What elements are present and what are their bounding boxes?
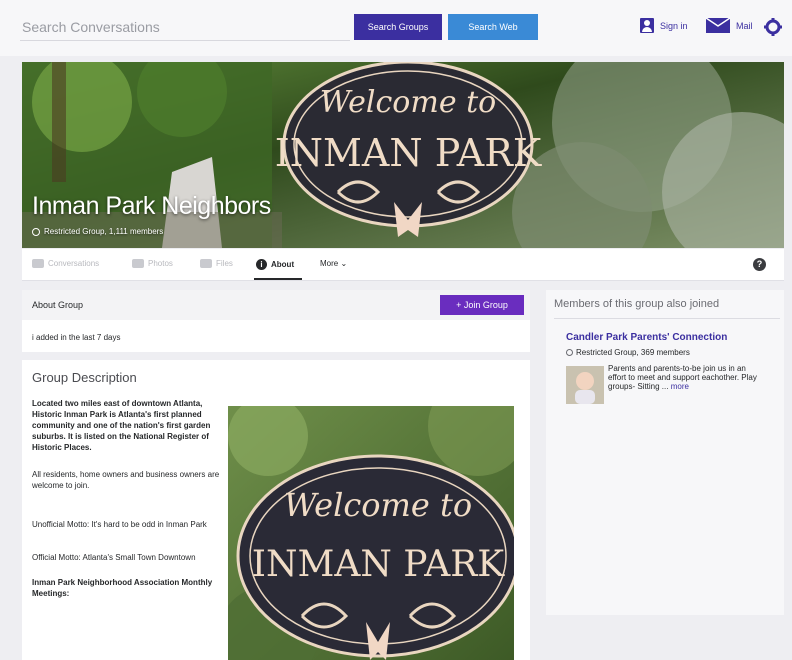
photos-icon bbox=[132, 259, 144, 268]
tab-bar: Conversations Photos Files i About More … bbox=[22, 249, 784, 281]
tab-more[interactable]: More ⌄ bbox=[320, 259, 347, 268]
group-meta-text: Restricted Group, 1,111 members bbox=[44, 227, 164, 236]
divider bbox=[554, 318, 780, 319]
group-description-text: Located two miles east of downtown Atlan… bbox=[32, 398, 224, 613]
tab-photos-label: Photos bbox=[148, 259, 173, 268]
about-icon: i bbox=[256, 259, 267, 270]
description-paragraph: Located two miles east of downtown Atlan… bbox=[32, 399, 211, 452]
related-group-meta-text: Restricted Group, 369 members bbox=[576, 348, 690, 357]
top-bar: Search Groups Search Web Sign in Mail bbox=[0, 0, 792, 56]
group-name: Inman Park Neighbors bbox=[32, 192, 271, 220]
mail-link[interactable]: Mail bbox=[706, 18, 753, 33]
join-group-button[interactable]: + Join Group bbox=[440, 295, 524, 315]
mail-label: Mail bbox=[736, 20, 753, 31]
related-groups-panel: Members of this group also joined Candle… bbox=[546, 290, 784, 615]
user-icon bbox=[640, 18, 654, 33]
description-paragraph: Unofficial Motto: It's hard to be odd in… bbox=[32, 520, 207, 529]
gear-icon[interactable] bbox=[764, 18, 782, 36]
related-group-meta: Restricted Group, 369 members bbox=[566, 348, 690, 357]
description-paragraph: Official Motto: Atlanta's Small Town Dow… bbox=[32, 553, 196, 562]
added-text: i added in the last 7 days bbox=[32, 333, 121, 342]
restricted-icon bbox=[32, 227, 40, 236]
description-paragraph: Inman Park Neighborhood Association Mont… bbox=[32, 578, 213, 598]
svg-text:INMAN PARK: INMAN PARK bbox=[275, 131, 542, 175]
about-group-header: About Group + Join Group bbox=[22, 290, 530, 320]
tab-files-label: Files bbox=[216, 259, 233, 268]
search-groups-button[interactable]: Search Groups bbox=[354, 14, 442, 40]
active-tab-indicator bbox=[254, 278, 302, 280]
group-description-panel: Group Description Located two miles east… bbox=[22, 360, 530, 660]
about-group-panel: About Group + Join Group i added in the … bbox=[22, 290, 530, 352]
description-paragraph: All residents, home owners and business … bbox=[32, 470, 220, 490]
help-icon[interactable]: ? bbox=[753, 258, 766, 271]
tab-more-label: More ⌄ bbox=[320, 259, 348, 268]
svg-text:Welcome to: Welcome to bbox=[320, 85, 496, 120]
conversations-icon bbox=[32, 259, 44, 268]
description-photo: Welcome to INMAN PARK bbox=[228, 406, 514, 660]
restricted-icon bbox=[566, 349, 573, 356]
group-meta: Restricted Group, 1,111 members bbox=[32, 227, 163, 236]
signin-link[interactable]: Sign in bbox=[640, 18, 688, 33]
related-group-thumbnail[interactable] bbox=[566, 366, 604, 404]
search-underline bbox=[20, 40, 350, 41]
related-groups-heading: Members of this group also joined bbox=[554, 298, 720, 310]
search-web-button[interactable]: Search Web bbox=[448, 14, 538, 40]
related-group-description: Parents and parents-to-be join us in an … bbox=[608, 364, 762, 391]
tab-about[interactable]: i About bbox=[256, 259, 294, 270]
group-banner: Welcome to INMAN PARK Inman Park Neighbo… bbox=[22, 62, 784, 248]
svg-text:Welcome to: Welcome to bbox=[284, 486, 472, 524]
tab-conversations-label: Conversations bbox=[48, 259, 100, 268]
tab-conversations[interactable]: Conversations bbox=[32, 259, 99, 268]
mail-icon bbox=[706, 18, 730, 33]
files-icon bbox=[200, 259, 212, 268]
more-link[interactable]: more bbox=[671, 382, 689, 391]
signin-label: Sign in bbox=[660, 20, 688, 31]
related-group-link[interactable]: Candler Park Parents' Connection bbox=[566, 332, 727, 343]
group-description-title: Group Description bbox=[32, 370, 137, 385]
svg-text:INMAN PARK: INMAN PARK bbox=[252, 544, 506, 585]
tab-files[interactable]: Files bbox=[200, 259, 233, 268]
tab-photos[interactable]: Photos bbox=[132, 259, 173, 268]
tab-about-label: About bbox=[271, 260, 295, 269]
search-input[interactable] bbox=[22, 14, 350, 40]
about-group-title: About Group bbox=[32, 300, 84, 310]
